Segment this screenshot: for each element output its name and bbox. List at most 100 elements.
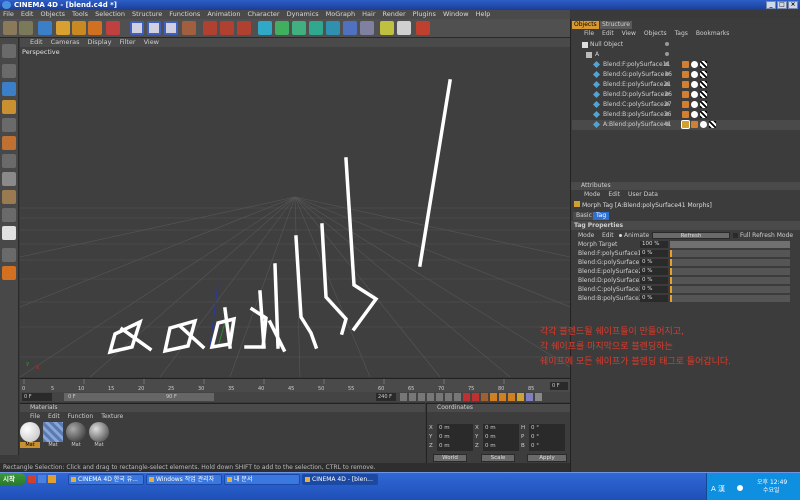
object-row-blend[interactable]: Blend:F:polySurface11 — [572, 60, 800, 70]
material-swatch[interactable]: Mat — [43, 422, 63, 450]
materials-menu-edit[interactable]: Edit — [48, 413, 60, 420]
object-row-blend[interactable]: Blend:C:polySurface27 — [572, 100, 800, 110]
polygon-mode-icon[interactable] — [2, 154, 16, 168]
position-key-icon[interactable] — [490, 393, 497, 401]
maximize-button[interactable]: □ — [777, 1, 787, 9]
morph-prop-field[interactable]: 0 % — [640, 277, 668, 284]
rotation-p-field[interactable]: 0 ° — [529, 433, 565, 442]
morph-prop-slider[interactable] — [670, 286, 790, 293]
menu-animation[interactable]: Animation — [207, 10, 240, 19]
visibility-dot-icon[interactable] — [665, 122, 669, 126]
move-icon[interactable] — [56, 21, 70, 35]
scale-key-icon[interactable] — [499, 393, 506, 401]
uvw-tag-icon[interactable] — [709, 121, 716, 128]
objects-menu-edit[interactable]: Edit — [602, 30, 614, 38]
close-button[interactable]: × — [788, 1, 798, 9]
texture-tag-icon[interactable] — [682, 61, 689, 68]
coordinate-mode-select[interactable]: World — [433, 454, 467, 462]
autokey-icon[interactable] — [472, 393, 479, 401]
menu-render[interactable]: Render — [383, 10, 406, 19]
uvw-tag-icon[interactable] — [700, 91, 707, 98]
objects-menu-tags[interactable]: Tags — [675, 30, 688, 38]
timeline-options-icon[interactable] — [535, 393, 542, 401]
material-swatch[interactable]: Mat — [66, 422, 86, 450]
morph-prop-field[interactable]: 0 % — [640, 259, 668, 266]
model-mode-icon[interactable] — [2, 64, 16, 78]
position-x-field[interactable]: 0 m — [437, 424, 473, 433]
menu-dynamics[interactable]: Dynamics — [287, 10, 319, 19]
menu-edit[interactable]: Edit — [21, 10, 34, 19]
attributes-menu-mode[interactable]: Mode — [584, 191, 600, 199]
x-axis-lock-icon[interactable] — [130, 21, 144, 35]
play-icon[interactable] — [427, 393, 434, 401]
next-key-icon[interactable] — [445, 393, 452, 401]
rotation-h-field[interactable]: 0 ° — [529, 424, 565, 433]
scene-icon[interactable] — [343, 21, 357, 35]
visibility-dot-icon[interactable] — [665, 52, 669, 56]
array-icon[interactable] — [309, 21, 323, 35]
menu-help[interactable]: Help — [476, 10, 491, 19]
visibility-dot-icon[interactable] — [665, 112, 669, 116]
menu-file[interactable]: File — [3, 10, 14, 19]
viewport-menu-display[interactable]: Display — [88, 38, 112, 47]
timeline[interactable]: 0 5 10 15 20 25 30 35 40 45 50 55 60 65 … — [20, 378, 570, 393]
object-row-morph-target[interactable]: A:Blend:polySurface41 — [572, 120, 800, 130]
taskbar-item-cinema4d-blend[interactable]: CINEMA 4D - [blen... — [302, 474, 378, 485]
render-picture-viewer-icon[interactable] — [220, 21, 234, 35]
materials-menu-file[interactable]: File — [30, 413, 40, 420]
scale-icon[interactable] — [72, 21, 86, 35]
workplane-icon[interactable] — [2, 208, 16, 222]
material-tag-icon[interactable] — [691, 61, 698, 68]
undo-icon[interactable] — [3, 21, 17, 35]
texture-tag-icon[interactable] — [682, 91, 689, 98]
refresh-button[interactable]: Refresh — [652, 232, 730, 239]
objects-menu-view[interactable]: View — [622, 30, 636, 38]
tab-structure[interactable]: Structure — [600, 21, 632, 29]
keyframe-selection-icon[interactable] — [481, 393, 488, 401]
morph-prop-slider[interactable] — [670, 277, 790, 284]
y-axis-lock-icon[interactable] — [147, 21, 161, 35]
menu-character[interactable]: Character — [247, 10, 279, 19]
max-frame-field[interactable]: 240 F — [376, 393, 396, 401]
render-view-icon[interactable] — [203, 21, 217, 35]
morph-tag-icon[interactable] — [681, 120, 690, 129]
morph-prop-slider[interactable] — [670, 268, 790, 275]
tweak-mode-icon[interactable] — [2, 248, 16, 262]
material-tag-icon[interactable] — [691, 111, 698, 118]
visibility-dot-icon[interactable] — [665, 72, 669, 76]
snap-icon[interactable] — [2, 226, 16, 240]
texture-tag-icon[interactable] — [682, 71, 689, 78]
position-y-field[interactable]: 0 m — [437, 433, 473, 442]
material-tag-icon[interactable] — [691, 91, 698, 98]
texture-tag-icon[interactable] — [682, 101, 689, 108]
animation-mode-icon[interactable] — [2, 190, 16, 204]
object-row-blend[interactable]: Blend:E:polySurface21 — [572, 80, 800, 90]
object-row-blend[interactable]: Blend:B:polySurface36 — [572, 110, 800, 120]
render-settings-icon[interactable] — [237, 21, 251, 35]
point-mode-icon[interactable] — [2, 118, 16, 132]
visibility-dot-icon[interactable] — [665, 82, 669, 86]
size-y-field[interactable]: 0 m — [483, 433, 519, 442]
pla-key-icon[interactable] — [526, 393, 533, 401]
frame-range-slider[interactable]: 0 F — [64, 393, 214, 401]
position-z-field[interactable]: 0 m — [437, 442, 473, 451]
quick-launch-icon[interactable] — [48, 475, 56, 483]
animate-radio[interactable]: Animate — [624, 231, 649, 240]
spline-icon[interactable] — [275, 21, 289, 35]
texture-tag-icon[interactable] — [682, 81, 689, 88]
start-frame-field[interactable]: 0 F — [22, 393, 52, 401]
menu-structure[interactable]: Structure — [132, 10, 162, 19]
uvw-tag-icon[interactable] — [700, 101, 707, 108]
apply-button[interactable]: Apply — [527, 454, 567, 462]
rotation-key-icon[interactable] — [508, 393, 515, 401]
visibility-dot-icon[interactable] — [665, 102, 669, 106]
menu-tools[interactable]: Tools — [72, 10, 88, 19]
menu-objects[interactable]: Objects — [40, 10, 65, 19]
object-mode-icon[interactable] — [2, 82, 16, 96]
objects-menu-objects[interactable]: Objects — [644, 30, 667, 38]
network-icon[interactable] — [737, 485, 743, 491]
material-tag-icon[interactable] — [691, 71, 698, 78]
edit-radio[interactable]: Edit — [602, 231, 614, 240]
morph-prop-field[interactable]: 0 % — [640, 286, 668, 293]
texture-tag-icon[interactable] — [682, 111, 689, 118]
